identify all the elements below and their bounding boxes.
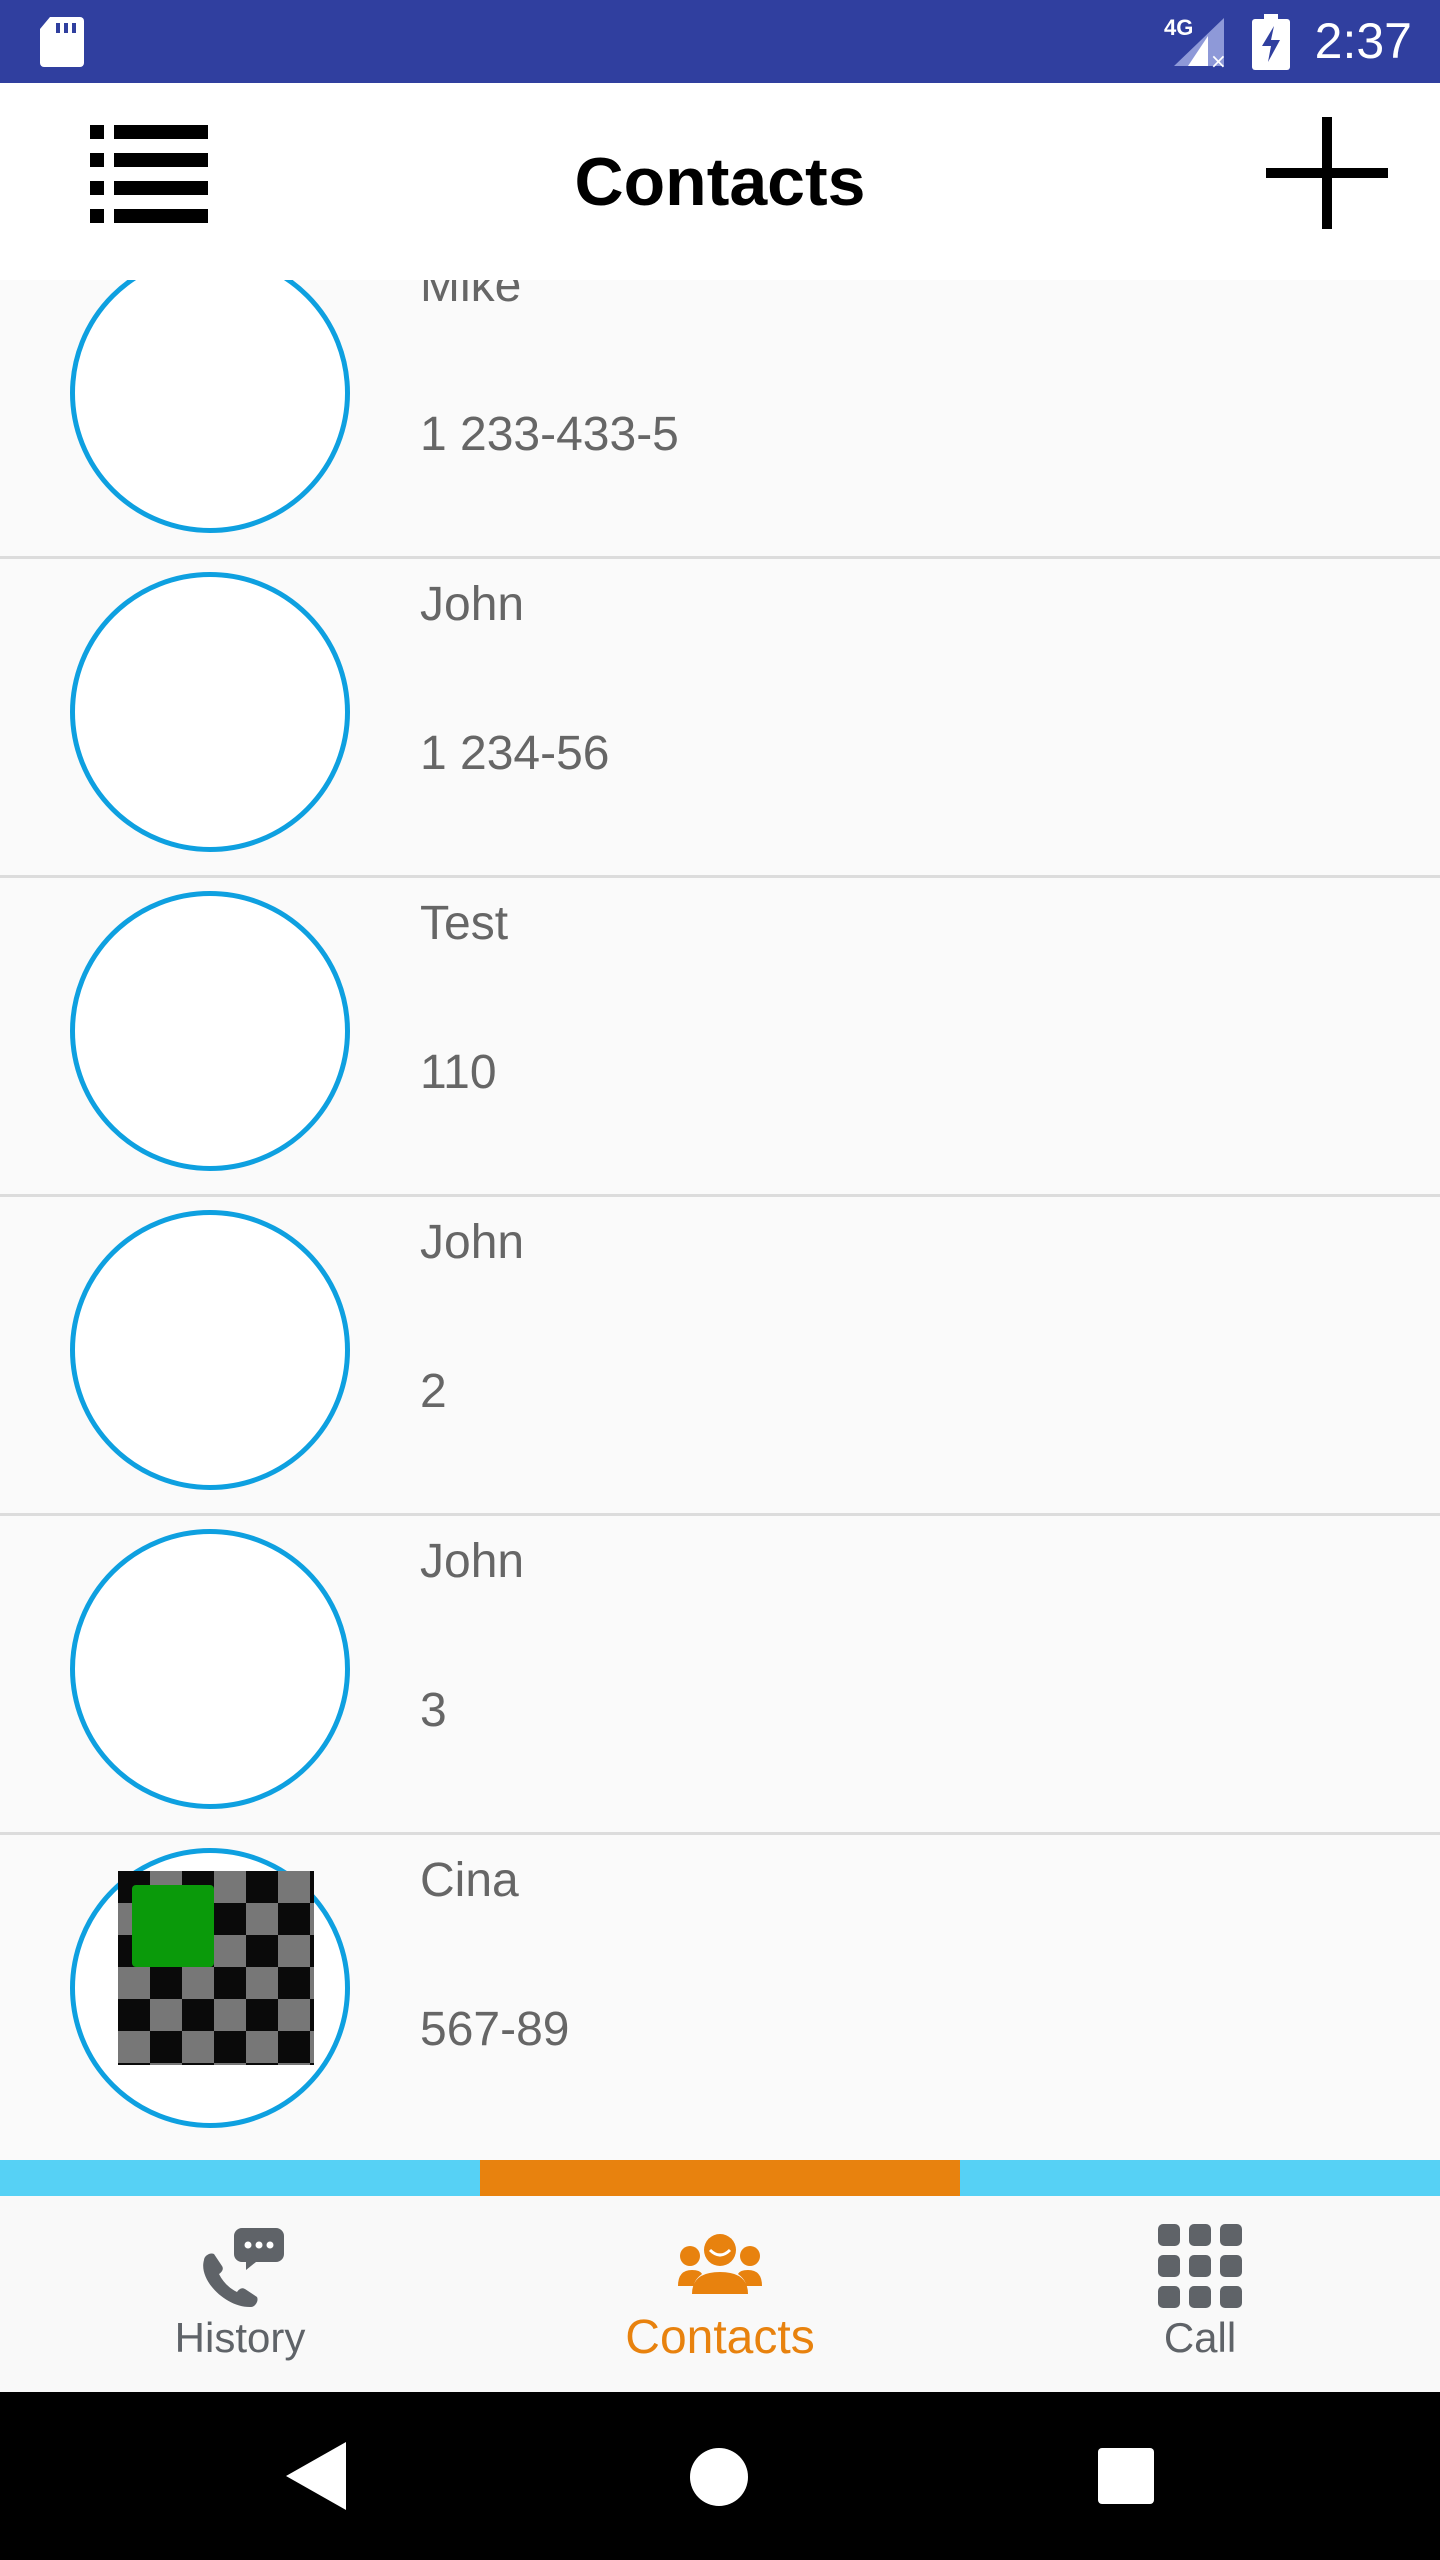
tab-indicator-contacts [480, 2160, 960, 2196]
battery-charging-icon [1252, 14, 1290, 70]
contact-number: 567-89 [420, 2003, 570, 2056]
contact-photo-thumbnail [118, 1871, 314, 2065]
tab-indicator-history [0, 2160, 480, 2196]
contact-number: 1 233-433-5 [420, 408, 679, 461]
recents-icon[interactable] [1098, 2448, 1154, 2504]
contact-avatar [70, 1529, 350, 1809]
tab-call[interactable]: Call [960, 2196, 1440, 2392]
contact-name: Test [420, 897, 509, 950]
contact-name: John [420, 578, 525, 631]
system-navigation-bar [0, 2392, 1440, 2560]
plus-icon[interactable] [1266, 117, 1388, 229]
tab-indicator [0, 2160, 1440, 2196]
contact-row[interactable]: John 1 234-56 [0, 559, 1440, 878]
contact-name: John [420, 1216, 525, 1269]
app-bar: Contacts [0, 83, 1440, 280]
dialpad-icon [1158, 2224, 1242, 2308]
bottom-navigation: History Contacts Call [0, 2196, 1440, 2392]
contact-avatar [70, 572, 350, 852]
sd-card-icon [40, 17, 84, 67]
contact-row[interactable]: Mike 1 233-433-5 [0, 280, 1440, 559]
photo-green-square [132, 1885, 214, 1967]
contact-row[interactable]: John 3 [0, 1516, 1440, 1835]
contact-name: Cina [420, 1854, 519, 1907]
tab-contacts-label: Contacts [625, 2311, 815, 2364]
contact-avatar [70, 891, 350, 1171]
home-icon[interactable] [690, 2448, 748, 2506]
contacts-screen: 4G × 2:37 Contacts Mike 1 233-433-5 John… [0, 0, 1440, 2560]
contact-avatar [70, 1210, 350, 1490]
contact-number: 3 [420, 1684, 447, 1737]
tab-call-label: Call [1163, 2314, 1237, 2361]
contacts-group-icon [678, 2234, 762, 2294]
contact-name: John [420, 1535, 525, 1588]
contact-number: 110 [420, 1046, 497, 1099]
status-bar: 4G × 2:37 [0, 0, 1440, 83]
svg-text:×: × [1210, 49, 1227, 70]
status-clock: 2:37 [1314, 13, 1412, 69]
signal-icon: × [1174, 18, 1227, 70]
tab-history-label: History [174, 2314, 306, 2361]
contact-number: 1 234-56 [420, 727, 610, 780]
contact-row[interactable]: Test 110 [0, 878, 1440, 1197]
contact-avatar [70, 280, 350, 533]
contact-number: 2 [420, 1365, 447, 1418]
tab-contacts[interactable]: Contacts [480, 2196, 960, 2392]
contact-row[interactable]: John 2 [0, 1197, 1440, 1516]
back-icon[interactable] [286, 2442, 346, 2510]
contact-row[interactable]: Cina 567-89 [0, 1835, 1440, 2154]
tab-indicator-call [960, 2160, 1440, 2196]
tab-history[interactable]: History [0, 2196, 480, 2392]
contact-name: Mike [420, 280, 522, 312]
phone-chat-icon [203, 2228, 284, 2308]
page-title: Contacts [574, 144, 866, 220]
contacts-list[interactable]: Mike 1 233-433-5 John 1 234-56 Test 110 … [0, 280, 1440, 2160]
